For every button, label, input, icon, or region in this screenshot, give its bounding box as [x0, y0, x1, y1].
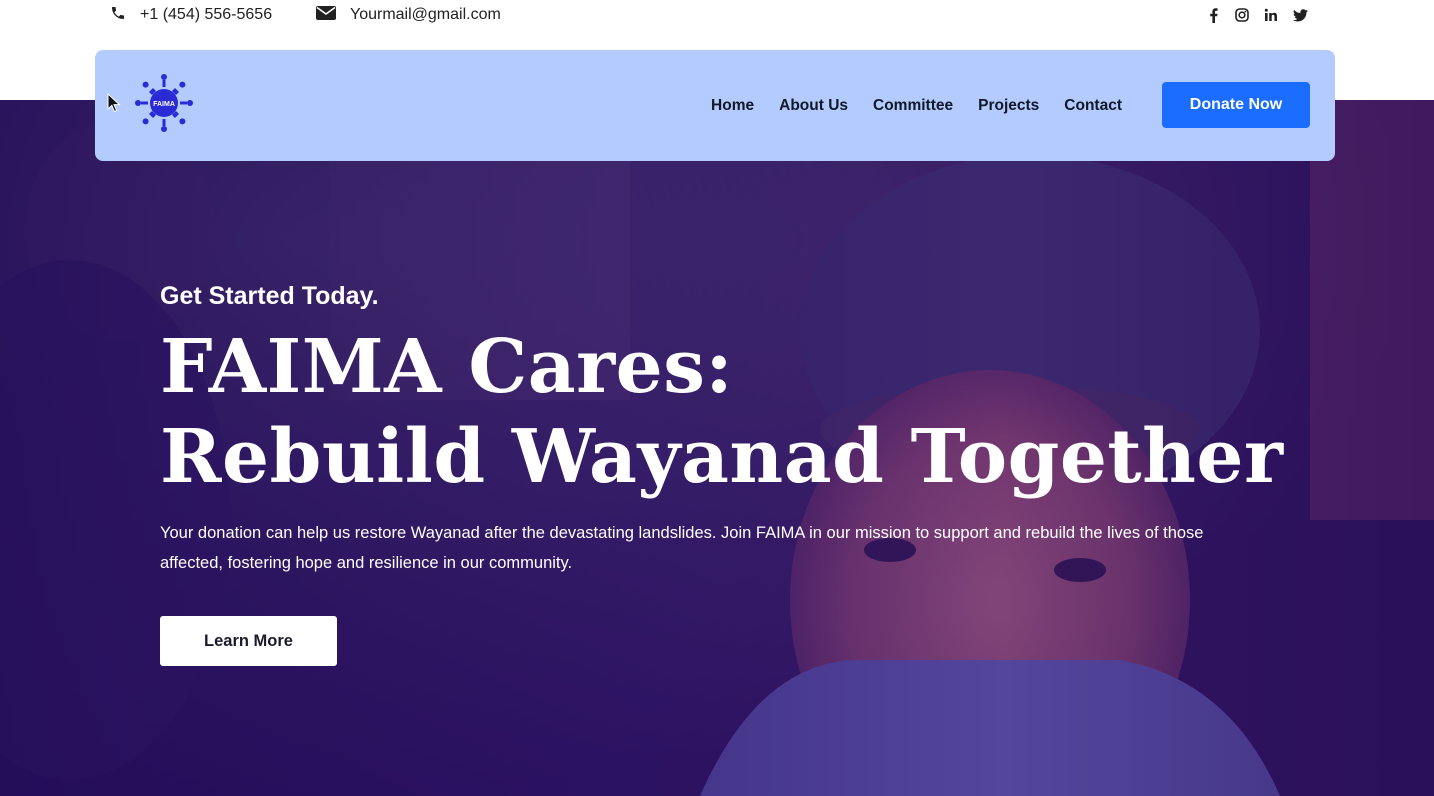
- social-links: [1205, 0, 1308, 30]
- faima-logo[interactable]: FAIMA: [133, 72, 195, 134]
- instagram-icon[interactable]: [1234, 7, 1250, 23]
- donate-now-button[interactable]: Donate Now: [1162, 82, 1310, 128]
- mouse-cursor-icon: [107, 93, 121, 113]
- nav-item-home[interactable]: Home: [711, 97, 754, 115]
- main-menu: Home About Us Committee Projects Contact: [711, 50, 1122, 161]
- nav-item-about-us[interactable]: About Us: [779, 97, 848, 115]
- envelope-icon: [316, 5, 336, 26]
- hero-kicker: Get Started Today.: [160, 282, 379, 310]
- contact-email[interactable]: Yourmail@gmail.com: [316, 0, 501, 30]
- phone-icon: [110, 5, 126, 26]
- hero-section: Get Started Today. FAIMA Cares: Rebuild …: [0, 100, 1434, 796]
- linkedin-icon[interactable]: [1263, 7, 1279, 23]
- twitter-icon[interactable]: [1292, 7, 1308, 23]
- hero-title-line-2: Rebuild Wayanad Together: [160, 414, 1284, 500]
- main-navbar: FAIMA Home About Us Committee Projects C…: [95, 50, 1335, 161]
- hero-description: Your donation can help us restore Wayana…: [160, 524, 1204, 572]
- learn-more-button[interactable]: Learn More: [160, 616, 337, 666]
- hero-title: FAIMA Cares: Rebuild Wayanad Together: [160, 322, 1283, 502]
- nav-item-projects[interactable]: Projects: [978, 97, 1039, 115]
- hero-title-line-1: FAIMA Cares:: [160, 324, 734, 410]
- facebook-icon[interactable]: [1205, 7, 1221, 23]
- email-address: Yourmail@gmail.com: [350, 6, 501, 23]
- nav-item-committee[interactable]: Committee: [873, 97, 953, 115]
- nav-item-contact[interactable]: Contact: [1064, 97, 1122, 115]
- contact-phone[interactable]: +1 (454) 556-5656: [110, 0, 272, 30]
- svg-text:FAIMA: FAIMA: [153, 101, 175, 108]
- phone-number: +1 (454) 556-5656: [140, 6, 273, 23]
